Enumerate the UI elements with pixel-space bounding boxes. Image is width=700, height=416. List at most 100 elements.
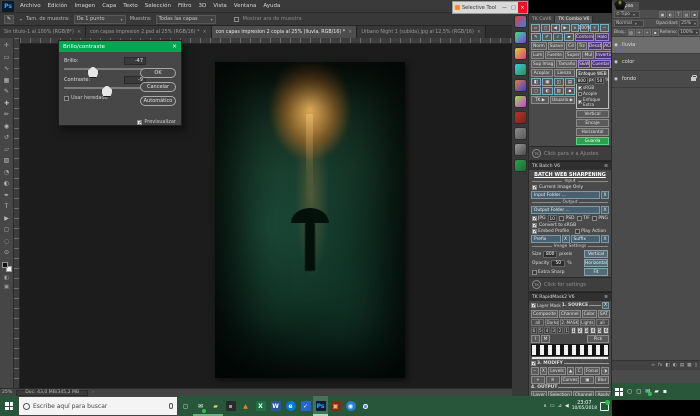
taskbar-app[interactable]: ✉ xyxy=(193,396,208,416)
mask-zone-button[interactable]: Darks xyxy=(545,319,559,326)
vertical-button[interactable]: Vertical xyxy=(584,250,608,258)
zone-button[interactable]: 1 xyxy=(564,327,570,334)
tk-purple-button[interactable]: Invertir xyxy=(595,51,612,59)
web-checkbox-row[interactable]: sRGB xyxy=(578,85,607,90)
tk-action-button[interactable]: Tamaño xyxy=(556,60,577,68)
jpg-quality-input[interactable]: 10 xyxy=(548,215,557,222)
menu-item[interactable]: Imagen xyxy=(74,3,95,9)
web-checkbox-row[interactable]: Enfoque Extra xyxy=(578,97,607,107)
embed-profile-row[interactable]: Embed Profile xyxy=(532,229,569,234)
mask-zone-button[interactable]: all xyxy=(596,319,609,326)
show-ring-checkbox[interactable] xyxy=(234,17,239,22)
visibility-eye-icon[interactable]: ◉ xyxy=(614,60,620,65)
document-tab[interactable]: Sin título-1 al 100% (RGB/8*)× xyxy=(0,26,86,38)
microphone-icon[interactable] xyxy=(169,403,173,409)
tk-dock-icon[interactable] xyxy=(515,112,526,123)
start-button[interactable] xyxy=(615,388,623,396)
checkbox[interactable] xyxy=(559,216,564,221)
tk-toolbar-button[interactable]: 100% xyxy=(580,24,589,32)
filter-icon[interactable]: ◐ xyxy=(667,11,674,18)
filter-icon[interactable]: ▪ xyxy=(691,11,698,18)
tk-orient-button[interactable]: Guarda xyxy=(576,137,609,145)
tool-button[interactable]: ◔ xyxy=(1,167,13,179)
tk-brush-button[interactable]: ✓ xyxy=(553,33,563,41)
checkbox[interactable] xyxy=(532,216,537,221)
source-button[interactable]: SAT xyxy=(598,310,610,318)
tk-dock-icon[interactable] xyxy=(515,80,526,91)
tk-layer-icon-button[interactable]: ▪ xyxy=(565,87,575,95)
tool-button[interactable]: ▱ xyxy=(1,144,13,156)
checkbox[interactable] xyxy=(532,185,537,190)
clear-prefix-button[interactable]: X xyxy=(562,235,570,243)
modify-button[interactable]: Levels xyxy=(548,367,566,375)
tk-blend-button[interactable]: Cd xyxy=(566,42,576,50)
start-button[interactable] xyxy=(0,396,18,416)
tk-orient-button[interactable]: Encaje xyxy=(576,119,609,127)
tk-layer-icon-button[interactable]: ◧ xyxy=(531,78,541,86)
panel-menu-icon[interactable]: ≡ xyxy=(604,295,608,300)
document-image[interactable] xyxy=(215,62,405,378)
tool-mode-button[interactable]: ▣ xyxy=(4,284,9,290)
sample-size-select[interactable]: De 1 punto▾ xyxy=(74,15,126,24)
taskbar-app-icon[interactable]: ◻ xyxy=(636,388,641,395)
tk-action-button[interactable]: Lienzo xyxy=(554,69,576,77)
menu-item[interactable]: Archivo xyxy=(20,3,41,9)
legacy-checkbox[interactable] xyxy=(64,96,69,101)
panel-footer-icon[interactable]: ▦ xyxy=(687,363,691,368)
size-input[interactable]: 800 xyxy=(543,251,557,258)
taskbar-app[interactable]: Ps xyxy=(313,396,328,416)
tk-brush-button[interactable]: ✐ xyxy=(542,33,552,41)
tk-toolbar-button[interactable]: ◀ xyxy=(551,24,560,32)
mask-zone-button[interactable]: Lights xyxy=(580,319,594,326)
menu-item[interactable]: 3D xyxy=(198,3,206,9)
tray-icon[interactable]: ⊿ xyxy=(558,403,562,409)
dialog-title-bar[interactable]: Brillo/contraste × xyxy=(59,41,181,52)
taskbar-app-icon[interactable]: ▪ xyxy=(663,388,667,395)
modify-button[interactable]: ≡ xyxy=(546,376,560,384)
brightness-slider[interactable] xyxy=(64,68,146,70)
modify-button[interactable]: ▣ xyxy=(580,376,594,384)
tool-button[interactable]: ∿ xyxy=(1,63,13,75)
document-tab[interactable]: Urbano Night 1 (subida).jpg al 12,5% (RG… xyxy=(357,26,486,38)
zone-button[interactable]: 1 xyxy=(571,327,577,334)
convert-srgb-row[interactable]: Convert to sRGB xyxy=(532,223,608,228)
tk-blend-button[interactable]: Fuente xyxy=(545,51,564,59)
source-button[interactable]: Color xyxy=(582,310,597,318)
close-icon[interactable]: × xyxy=(202,29,206,35)
taskbar-app-icon[interactable]: ✉ xyxy=(645,388,650,395)
tk-purple-button[interactable]: ACR xyxy=(603,42,612,50)
close-icon[interactable]: × xyxy=(77,29,81,35)
color-swatches[interactable] xyxy=(2,262,12,272)
taskbar-app[interactable]: ▣ xyxy=(328,396,343,416)
preview-checkbox[interactable] xyxy=(137,120,142,125)
tk-purple-button[interactable]: Desat xyxy=(588,42,603,50)
filter-icon[interactable]: ▤ xyxy=(683,11,690,18)
format-checkbox-row[interactable]: PSD xyxy=(559,216,574,221)
tk-blend-button[interactable]: Trz xyxy=(577,42,587,50)
taskbar-app-icon[interactable]: ○ xyxy=(627,388,632,395)
checkbox[interactable] xyxy=(532,223,537,228)
taskbar-app[interactable]: ▲ xyxy=(238,396,253,416)
panel-footer-icon[interactable]: ▤ xyxy=(680,363,684,368)
tk-orient-button[interactable]: Vertical xyxy=(576,110,609,118)
checkbox[interactable] xyxy=(578,92,582,96)
filter-icon[interactable]: T xyxy=(675,11,682,18)
modify-button[interactable]: X xyxy=(540,367,548,375)
checkbox[interactable] xyxy=(532,270,537,275)
tk-nav-button[interactable]: Usuario ▶ xyxy=(550,96,575,104)
modify-button[interactable]: ▲ xyxy=(567,367,575,375)
tk-purple-button[interactable]: S&W xyxy=(578,60,590,68)
layer-row[interactable]: ◉ fondo xyxy=(612,71,700,88)
layer-row[interactable]: ◉ lluvia xyxy=(612,37,700,54)
taskbar-app[interactable]: e xyxy=(283,396,298,416)
tool-button[interactable]: ◉ xyxy=(1,121,13,133)
tk-blend-button[interactable]: Mul xyxy=(582,51,594,59)
layer-mask-checkbox[interactable] xyxy=(531,303,536,308)
tool-button[interactable]: ▶ xyxy=(1,213,13,225)
tray-icon[interactable]: ◀ xyxy=(565,403,569,409)
layer-row[interactable]: ◉ color xyxy=(612,54,700,71)
tk-layer-icon-button[interactable]: ◻ xyxy=(531,87,541,95)
preview-checkbox-row[interactable]: Previsualizar xyxy=(137,119,176,125)
menu-item[interactable]: Ventana xyxy=(234,3,257,9)
tk-layer-icon-button[interactable]: ▣ xyxy=(542,78,552,86)
